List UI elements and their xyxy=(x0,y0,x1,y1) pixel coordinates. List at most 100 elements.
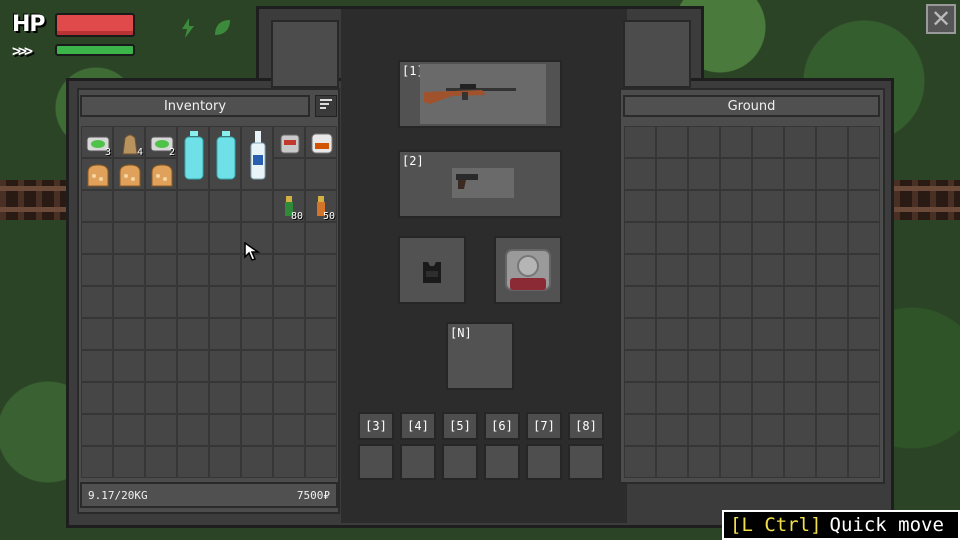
inventory-cell[interactable] xyxy=(177,222,209,254)
ground-cell[interactable] xyxy=(784,126,816,158)
top-left-slot[interactable] xyxy=(271,20,339,88)
ground-cell[interactable] xyxy=(688,414,720,446)
inventory-cell[interactable] xyxy=(209,446,241,478)
ground-cell[interactable] xyxy=(656,286,688,318)
ground-cell[interactable] xyxy=(688,382,720,414)
ground-cell[interactable] xyxy=(816,318,848,350)
inventory-cell[interactable] xyxy=(145,158,177,190)
ground-cell[interactable] xyxy=(688,318,720,350)
ground-cell[interactable] xyxy=(752,446,784,478)
ground-cell[interactable] xyxy=(848,222,880,254)
inventory-cell[interactable] xyxy=(113,318,145,350)
night-vision-slot[interactable]: [N] xyxy=(446,322,514,390)
ground-cell[interactable] xyxy=(624,382,656,414)
inventory-cell[interactable] xyxy=(145,222,177,254)
ground-cell[interactable] xyxy=(752,382,784,414)
inventory-cell[interactable] xyxy=(305,158,337,190)
ground-cell[interactable] xyxy=(784,414,816,446)
inventory-cell[interactable] xyxy=(81,158,113,190)
inventory-cell[interactable] xyxy=(145,414,177,446)
inventory-cell[interactable] xyxy=(273,350,305,382)
inventory-cell[interactable] xyxy=(209,286,241,318)
inventory-cell[interactable] xyxy=(273,382,305,414)
inventory-cell[interactable] xyxy=(113,446,145,478)
ground-cell[interactable] xyxy=(784,446,816,478)
ground-cell[interactable] xyxy=(688,158,720,190)
ground-cell[interactable] xyxy=(752,318,784,350)
inventory-cell[interactable] xyxy=(113,190,145,222)
armor-slot[interactable] xyxy=(398,236,466,304)
ground-cell[interactable] xyxy=(816,222,848,254)
inventory-cell[interactable] xyxy=(145,318,177,350)
ground-cell[interactable] xyxy=(784,190,816,222)
ground-cell[interactable] xyxy=(752,158,784,190)
ground-cell[interactable] xyxy=(848,158,880,190)
ground-cell[interactable] xyxy=(624,446,656,478)
ground-cell[interactable] xyxy=(656,414,688,446)
ground-cell[interactable] xyxy=(816,190,848,222)
inventory-cell[interactable] xyxy=(81,382,113,414)
inventory-cell[interactable] xyxy=(241,414,273,446)
inventory-cell[interactable] xyxy=(81,414,113,446)
ground-cell[interactable] xyxy=(624,254,656,286)
ground-cell[interactable] xyxy=(720,158,752,190)
inventory-cell[interactable] xyxy=(273,126,305,158)
inventory-cell[interactable] xyxy=(241,126,273,190)
inventory-cell[interactable] xyxy=(241,382,273,414)
inventory-cell[interactable] xyxy=(273,414,305,446)
inventory-cell[interactable] xyxy=(305,222,337,254)
ground-cell[interactable] xyxy=(720,414,752,446)
inventory-cell[interactable] xyxy=(177,318,209,350)
inventory-cell[interactable] xyxy=(241,350,273,382)
ground-cell[interactable] xyxy=(720,446,752,478)
ground-cell[interactable] xyxy=(848,254,880,286)
ground-cell[interactable] xyxy=(624,414,656,446)
ground-cell[interactable] xyxy=(720,254,752,286)
inventory-cell[interactable] xyxy=(145,254,177,286)
inventory-cell[interactable] xyxy=(305,350,337,382)
inventory-cell[interactable] xyxy=(177,382,209,414)
ground-cell[interactable] xyxy=(848,350,880,382)
secondary-weapon-slot[interactable]: [2] xyxy=(398,150,562,218)
inventory-cell[interactable] xyxy=(145,190,177,222)
ground-cell[interactable] xyxy=(624,158,656,190)
ground-cell[interactable] xyxy=(784,350,816,382)
ground-cell[interactable] xyxy=(688,350,720,382)
ground-cell[interactable] xyxy=(752,286,784,318)
ground-cell[interactable] xyxy=(656,382,688,414)
ground-cell[interactable] xyxy=(656,446,688,478)
inventory-cell[interactable] xyxy=(113,382,145,414)
inventory-cell[interactable] xyxy=(241,190,273,222)
ground-cell[interactable] xyxy=(752,190,784,222)
ground-cell[interactable] xyxy=(656,222,688,254)
inventory-cell[interactable]: 2 xyxy=(145,126,177,158)
inventory-cell[interactable] xyxy=(177,446,209,478)
ground-cell[interactable] xyxy=(688,254,720,286)
ground-cell[interactable] xyxy=(624,126,656,158)
quickslot[interactable] xyxy=(526,444,562,480)
inventory-cell[interactable] xyxy=(177,286,209,318)
inventory-cell[interactable] xyxy=(81,190,113,222)
ground-cell[interactable] xyxy=(720,222,752,254)
inventory-cell[interactable] xyxy=(177,126,209,190)
ground-cell[interactable] xyxy=(688,222,720,254)
ground-cell[interactable] xyxy=(688,446,720,478)
inventory-cell[interactable]: 80 xyxy=(273,190,305,222)
inventory-cell[interactable] xyxy=(305,286,337,318)
inventory-cell[interactable] xyxy=(81,350,113,382)
inventory-cell[interactable] xyxy=(113,350,145,382)
close-button[interactable]: ✕ xyxy=(926,4,956,34)
inventory-cell[interactable] xyxy=(145,382,177,414)
ground-cell[interactable] xyxy=(656,126,688,158)
ground-cell[interactable] xyxy=(752,126,784,158)
ground-cell[interactable] xyxy=(816,254,848,286)
ground-cell[interactable] xyxy=(656,254,688,286)
ground-cell[interactable] xyxy=(656,190,688,222)
inventory-cell[interactable] xyxy=(241,446,273,478)
ground-cell[interactable] xyxy=(720,350,752,382)
inventory-cell[interactable] xyxy=(241,286,273,318)
quickslot[interactable] xyxy=(484,444,520,480)
ground-cell[interactable] xyxy=(784,254,816,286)
ground-cell[interactable] xyxy=(848,414,880,446)
ground-cell[interactable] xyxy=(848,382,880,414)
